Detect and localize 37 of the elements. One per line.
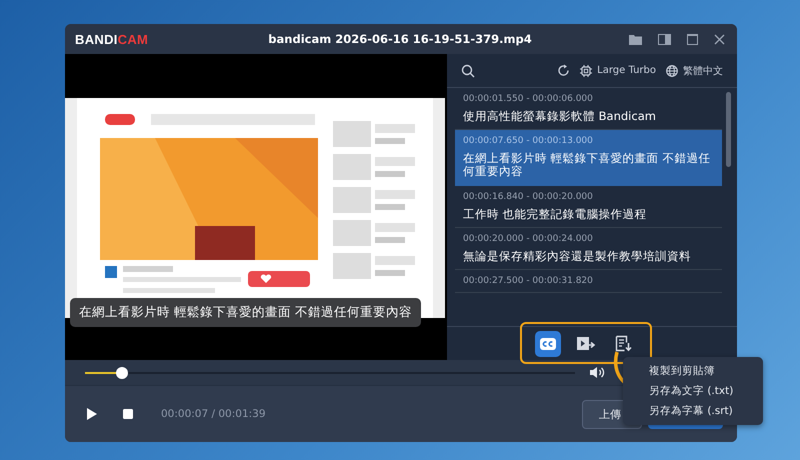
- subtitle-caption: 在網上看影片時 輕鬆錄下喜愛的畫面 不錯過任何重要內容: [70, 298, 421, 327]
- subtitle-time: 00:00:07.650 - 00:00:13.000: [463, 136, 594, 146]
- subtitle-time: 00:00:27.500 - 00:00:31.820: [463, 276, 594, 286]
- globe-icon: [666, 64, 678, 76]
- subtitle-text: 工作時 也能完整記錄電腦操作過程: [463, 208, 648, 221]
- subtitle-time: 00:00:16.840 - 00:00:20.000: [463, 192, 594, 202]
- subtitle-text: 使用高性能螢幕錄影軟體 Bandicam: [463, 110, 657, 124]
- cc-icon: [540, 338, 556, 350]
- folder-icon[interactable]: [629, 34, 642, 44]
- chip-icon: [580, 64, 592, 76]
- search-icon[interactable]: [461, 64, 475, 78]
- model-button[interactable]: Large Turbo: [580, 64, 656, 76]
- scrollbar[interactable]: [726, 92, 731, 167]
- subtitle-time: 00:00:20.000 - 00:00:24.000: [463, 234, 594, 244]
- playback-time: 00:00:07 / 00:01:39: [161, 408, 266, 420]
- language-button[interactable]: 繁體中文: [666, 64, 723, 78]
- video-export-icon: [576, 336, 596, 352]
- menu-item[interactable]: 複製到剪貼簿: [623, 361, 763, 381]
- subtitle-time: 00:00:01.550 - 00:00:06.000: [463, 94, 594, 104]
- seek-thumb[interactable]: [116, 366, 128, 378]
- panel-toggle-icon[interactable]: [658, 34, 671, 44]
- subtitle-item[interactable]: 00:00:20.000 - 00:00:24.000 無論是保存精彩內容還是製作教學培訓資料: [455, 228, 722, 270]
- close-icon[interactable]: [714, 34, 725, 44]
- app-logo: BANDICAM: [75, 32, 148, 46]
- subtitle-text: 無論是保存精彩內容還是製作教學培訓資料: [463, 250, 692, 264]
- subtitle-item[interactable]: 00:00:07.650 - 00:00:13.000 在網上看影片時 輕鬆錄下喜愛的畫面 不錯過任何重要內容: [455, 130, 722, 186]
- window-title: bandicam 2026-06-16 16-19-51-379.mp4: [268, 32, 532, 46]
- subtitle-text: 在網上看影片時 輕鬆錄下喜愛的畫面 不錯過任何重要內容: [463, 152, 712, 179]
- subtitle-item[interactable]: 00:00:27.500 - 00:00:31.820: [455, 270, 722, 294]
- maximize-icon[interactable]: [687, 34, 698, 44]
- play-icon[interactable]: [87, 408, 97, 420]
- subtitle-item[interactable]: 00:00:16.840 - 00:00:20.000 工作時 也能完整記錄電腦操作過程: [455, 186, 722, 228]
- volume-icon[interactable]: [589, 366, 605, 379]
- menu-item[interactable]: 另存為文字 (.txt): [623, 381, 763, 401]
- document-download-icon: [615, 335, 633, 352]
- refresh-icon[interactable]: [557, 64, 570, 77]
- captions-button[interactable]: [535, 330, 561, 356]
